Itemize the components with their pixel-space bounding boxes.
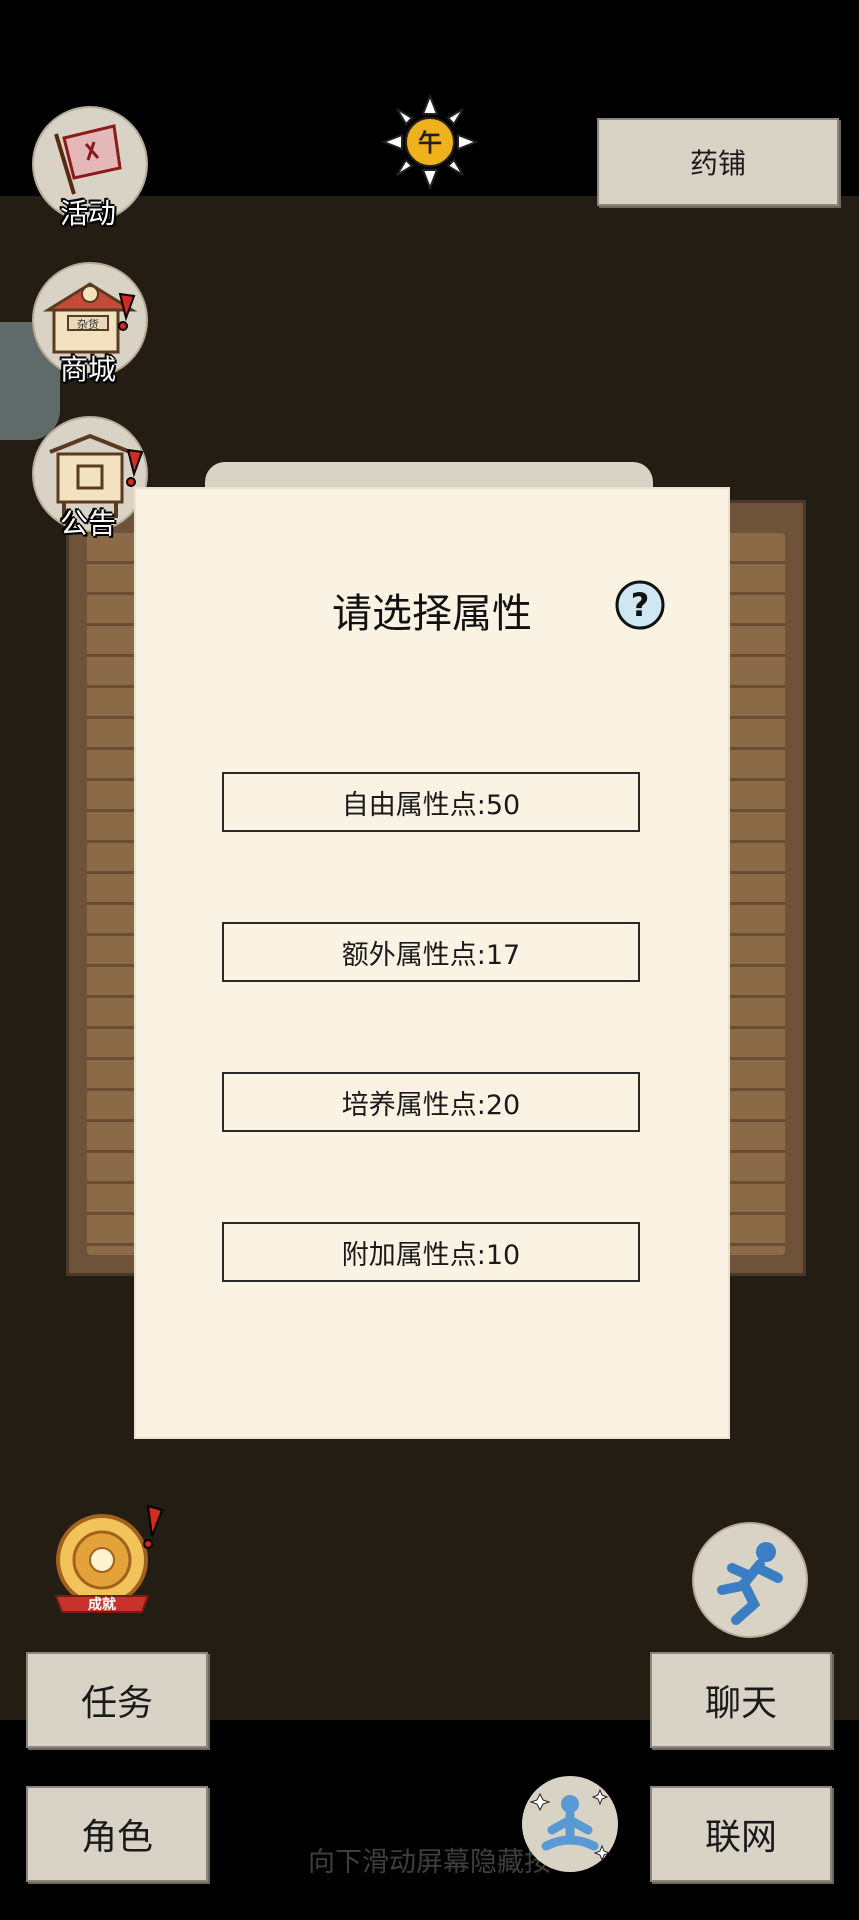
chat-button[interactable]: 聊天 [650, 1652, 832, 1748]
mall-sign-text: 杂货 [77, 317, 99, 331]
swipe-hint: 向下滑动屏幕隐藏按 [308, 1847, 551, 1878]
alert-icon [126, 448, 144, 487]
notice-label: 公告 [59, 507, 116, 540]
alert-icon [118, 292, 136, 331]
attribute-select-dialog: 请选择属性 ? 自由属性点:50 额外属性点:17 培养属性点:20 附加属性点… [134, 487, 730, 1439]
mall-label: 商城 [59, 353, 116, 386]
training-attribute-button[interactable]: 培养属性点:20 [222, 1072, 640, 1132]
help-icon[interactable]: ? [614, 579, 666, 631]
achievement-button[interactable]: 成就 [48, 1502, 168, 1618]
running-figure-icon [717, 1542, 783, 1625]
additional-attribute-button[interactable]: 附加属性点:10 [222, 1222, 640, 1282]
activity-label: 活动 [59, 197, 116, 230]
sun-time-icon: 午 [382, 94, 478, 190]
pharmacy-button[interactable]: 药铺 [597, 118, 839, 206]
time-glyph: 午 [418, 129, 442, 157]
meditation-icon [529, 1788, 611, 1862]
free-attribute-button[interactable]: 自由属性点:50 [222, 772, 640, 832]
task-button[interactable]: 任务 [26, 1652, 208, 1748]
extra-attribute-button[interactable]: 额外属性点:17 [222, 922, 640, 982]
achievement-label: 成就 [88, 1596, 116, 1613]
achievement-medal-icon: 成就 [54, 1504, 164, 1613]
meditate-button[interactable] [522, 1776, 618, 1872]
help-glyph: ? [631, 586, 650, 624]
run-button[interactable] [692, 1522, 808, 1638]
